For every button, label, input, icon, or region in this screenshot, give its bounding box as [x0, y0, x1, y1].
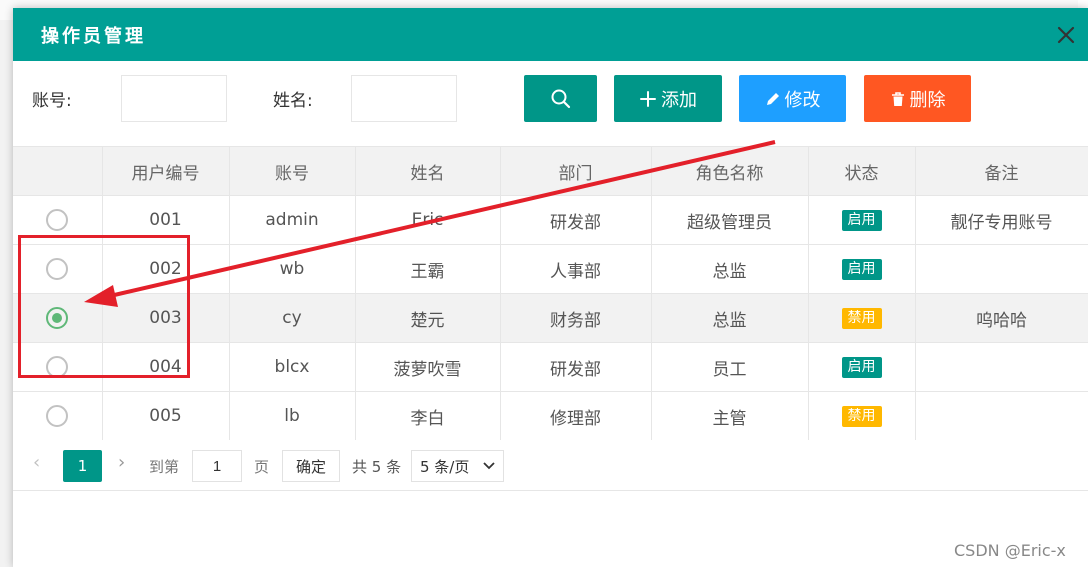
- total-count: 共 5 条: [352, 458, 402, 476]
- delete-button-label: 删除: [909, 89, 946, 110]
- chevron-left-icon[interactable]: ‹: [33, 452, 40, 473]
- pagination-bar: ‹ 1 › 到第 页 确定 共 5 条 5 条/页: [13, 440, 1088, 491]
- chevron-down-icon: [483, 462, 495, 470]
- status-badge: 禁用: [841, 406, 882, 427]
- account-label: 账号:: [32, 91, 72, 111]
- trash-icon: [890, 91, 906, 107]
- header-role[interactable]: 角色名称: [650, 146, 809, 196]
- edit-button[interactable]: 修改: [739, 75, 846, 122]
- cell-role: 员工: [650, 342, 809, 392]
- cell-remark: [914, 244, 1088, 294]
- header-dept[interactable]: 部门: [499, 146, 652, 196]
- cell-name: 王霸: [354, 244, 501, 294]
- cell-name: 李白: [354, 391, 501, 441]
- cell-role: 总监: [650, 244, 809, 294]
- pencil-icon: [765, 91, 781, 107]
- cell-dept: 研发部: [499, 195, 652, 245]
- header-account[interactable]: 账号: [228, 146, 356, 196]
- cell-account: lb: [228, 391, 356, 441]
- close-button[interactable]: [1053, 22, 1079, 48]
- dialog-title: 操作员管理: [41, 26, 146, 47]
- goto-label: 到第: [149, 458, 180, 476]
- close-icon: [1057, 26, 1075, 44]
- cell-dept: 财务部: [499, 293, 652, 343]
- cell-account: admin: [228, 195, 356, 245]
- cell-dept: 修理部: [499, 391, 652, 441]
- cell-name: 楚元: [354, 293, 501, 343]
- cell-remark: [914, 391, 1088, 441]
- status-badge: 启用: [841, 259, 882, 280]
- table-header-row: 用户编号 账号 姓名 部门 角色名称 状态 备注: [13, 146, 1088, 196]
- dialog-header: 操作员管理: [13, 8, 1088, 61]
- cell-account: wb: [228, 244, 356, 294]
- cell-account: cy: [228, 293, 356, 343]
- table-row[interactable]: 005 lb 李白 修理部 主管 禁用: [13, 391, 1088, 441]
- cell-account: blcx: [228, 342, 356, 392]
- cell-remark: [914, 342, 1088, 392]
- account-input[interactable]: [121, 75, 227, 122]
- status-badge: 启用: [841, 357, 882, 378]
- page-size-select[interactable]: 5 条/页: [411, 450, 504, 482]
- cell-role: 总监: [650, 293, 809, 343]
- annotation-highlight-box: [18, 235, 190, 378]
- row-radio[interactable]: [46, 209, 69, 231]
- header-remark[interactable]: 备注: [914, 146, 1088, 196]
- chevron-right-icon[interactable]: ›: [118, 452, 125, 473]
- header-name[interactable]: 姓名: [354, 146, 501, 196]
- cell-role: 超级管理员: [650, 195, 809, 245]
- cell-remark: 呜哈哈: [914, 293, 1088, 343]
- search-button[interactable]: [524, 75, 597, 122]
- watermark: CSDN @Eric-x: [954, 541, 1066, 560]
- current-page[interactable]: 1: [63, 450, 102, 482]
- cell-name: Eric: [354, 195, 501, 245]
- cell-name: 菠萝吹雪: [354, 342, 501, 392]
- status-badge: 启用: [841, 210, 882, 231]
- cell-dept: 人事部: [499, 244, 652, 294]
- header-status[interactable]: 状态: [807, 146, 916, 196]
- cell-user-id: 005: [101, 391, 230, 441]
- name-label: 姓名:: [273, 91, 313, 111]
- name-input[interactable]: [351, 75, 457, 122]
- header-select: [13, 146, 103, 196]
- plus-icon: [639, 90, 657, 108]
- status-badge: 禁用: [841, 308, 882, 329]
- confirm-button[interactable]: 确定: [282, 450, 340, 482]
- add-button[interactable]: 添加: [614, 75, 722, 122]
- cell-remark: 靓仔专用账号: [914, 195, 1088, 245]
- cell-role: 主管: [650, 391, 809, 441]
- page-size-value: 5 条/页: [420, 457, 470, 476]
- page-unit-label: 页: [254, 458, 270, 476]
- goto-page-input[interactable]: [192, 450, 242, 482]
- search-icon: [551, 89, 570, 108]
- row-radio[interactable]: [46, 405, 69, 427]
- edit-button-label: 修改: [784, 89, 821, 110]
- add-button-label: 添加: [661, 89, 697, 110]
- delete-button[interactable]: 删除: [864, 75, 971, 122]
- cell-dept: 研发部: [499, 342, 652, 392]
- header-user-id[interactable]: 用户编号: [101, 146, 230, 196]
